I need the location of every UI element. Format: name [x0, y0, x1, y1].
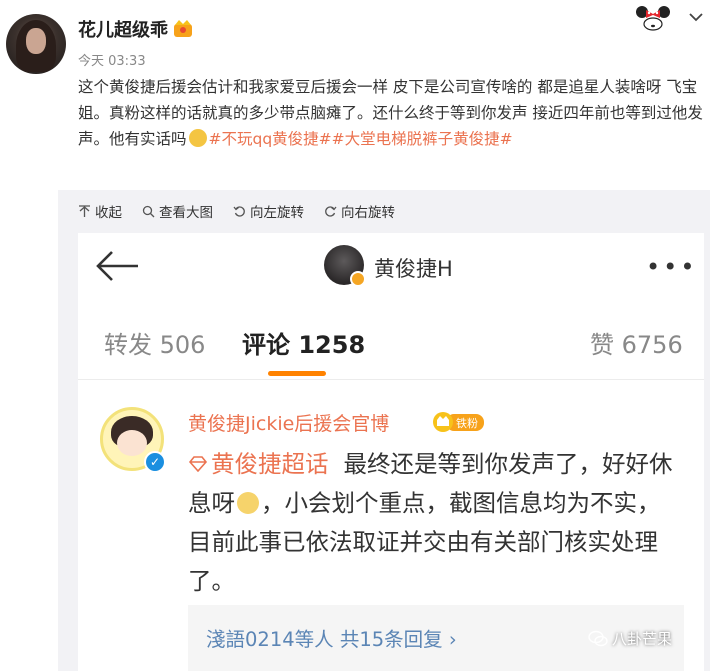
minnie-mouse-decoration-icon: [636, 6, 670, 31]
collapse-label: 收起: [95, 205, 122, 221]
rotate-right-button[interactable]: 向右旋转: [324, 201, 395, 221]
tab-comments: 评论 1258: [242, 325, 365, 360]
rotate-right-label: 向右旋转: [341, 205, 395, 221]
fan-badge-icon: 铁粉: [433, 412, 484, 432]
watermark: 八卦芒果: [588, 628, 672, 649]
wechat-icon: [588, 630, 608, 646]
comment-text-continued: ，小会划个重点，截图信息均为不实，目前此事已依法取证并交由有关部门核实处理了。: [188, 489, 661, 595]
hashtag-link[interactable]: #不玩qq黄俊捷#: [209, 130, 332, 148]
active-tab-indicator: [268, 371, 326, 376]
vip-crown-icon: [174, 20, 192, 37]
view-large-button[interactable]: 查看大图: [142, 201, 213, 221]
magnifier-icon: [142, 205, 155, 217]
fan-badge-label: 铁粉: [456, 417, 478, 430]
rotate-left-button[interactable]: 向左旋转: [233, 201, 304, 221]
smile-emoji-icon: [237, 492, 259, 514]
post-username[interactable]: 花儿超级乖: [78, 16, 168, 42]
verified-check-icon: ✓: [144, 451, 166, 473]
tab-label: 评论: [242, 331, 290, 359]
tab-count: 6756: [621, 331, 683, 359]
user-avatar[interactable]: [6, 14, 66, 74]
reply-summary: 淺語0214等人 共15条回复 ›: [206, 628, 457, 651]
collapse-button[interactable]: 收起: [78, 201, 122, 221]
watermark-text: 八卦芒果: [612, 630, 673, 648]
fearful-emoji-icon: [188, 129, 207, 147]
commenter-name: 黄俊捷Jickie后援会官博: [188, 413, 390, 435]
more-dots-icon: •••: [646, 253, 698, 281]
post-time: 今天 03:33: [78, 54, 146, 69]
view-large-label: 查看大图: [159, 205, 213, 221]
comment-body: 黄俊捷超话 最终还是等到你发声了，好好休息呀 ，小会划个重点，截图信息均为不实，目…: [188, 445, 674, 601]
tab-reposts: 转发 506: [104, 325, 205, 360]
post-menu-chevron-icon[interactable]: [688, 10, 704, 24]
hashtag-link[interactable]: #大堂电梯脱裤子黄俊捷#: [332, 130, 513, 148]
collapse-arrow-icon: [79, 204, 90, 217]
tab-label: 转发: [104, 331, 152, 359]
media-toolbar: 收起 查看大图 向左旋转 向右旋转: [78, 201, 395, 221]
super-topic-diamond-icon: [188, 456, 208, 472]
tab-count: 1258: [298, 331, 366, 359]
tab-label: 赞: [590, 331, 614, 359]
tab-likes: 赞 6756: [590, 325, 683, 360]
post-body: 这个黄俊捷后援会估计和我家爱豆后援会一样 皮下是公司宣传啥的 都是追星人装啥呀 …: [78, 74, 706, 152]
tab-count: 506: [159, 331, 206, 359]
embedded-screenshot: 黄俊捷H ••• 转发 506 评论 1258 赞 6756 ✓ 黄俊捷Jick…: [78, 233, 704, 671]
super-topic-link: 黄俊捷超话: [211, 450, 329, 478]
rotate-left-label: 向左旋转: [250, 205, 304, 221]
rotate-left-icon: [233, 205, 245, 217]
post-stats-tabs: 转发 506 评论 1258 赞 6756: [78, 325, 704, 365]
back-arrow-icon: [96, 251, 138, 281]
profile-name: 黄俊捷H: [374, 257, 453, 281]
divider: [78, 379, 704, 380]
vip-badge-icon: [350, 271, 366, 287]
rotate-right-icon: [325, 205, 337, 217]
